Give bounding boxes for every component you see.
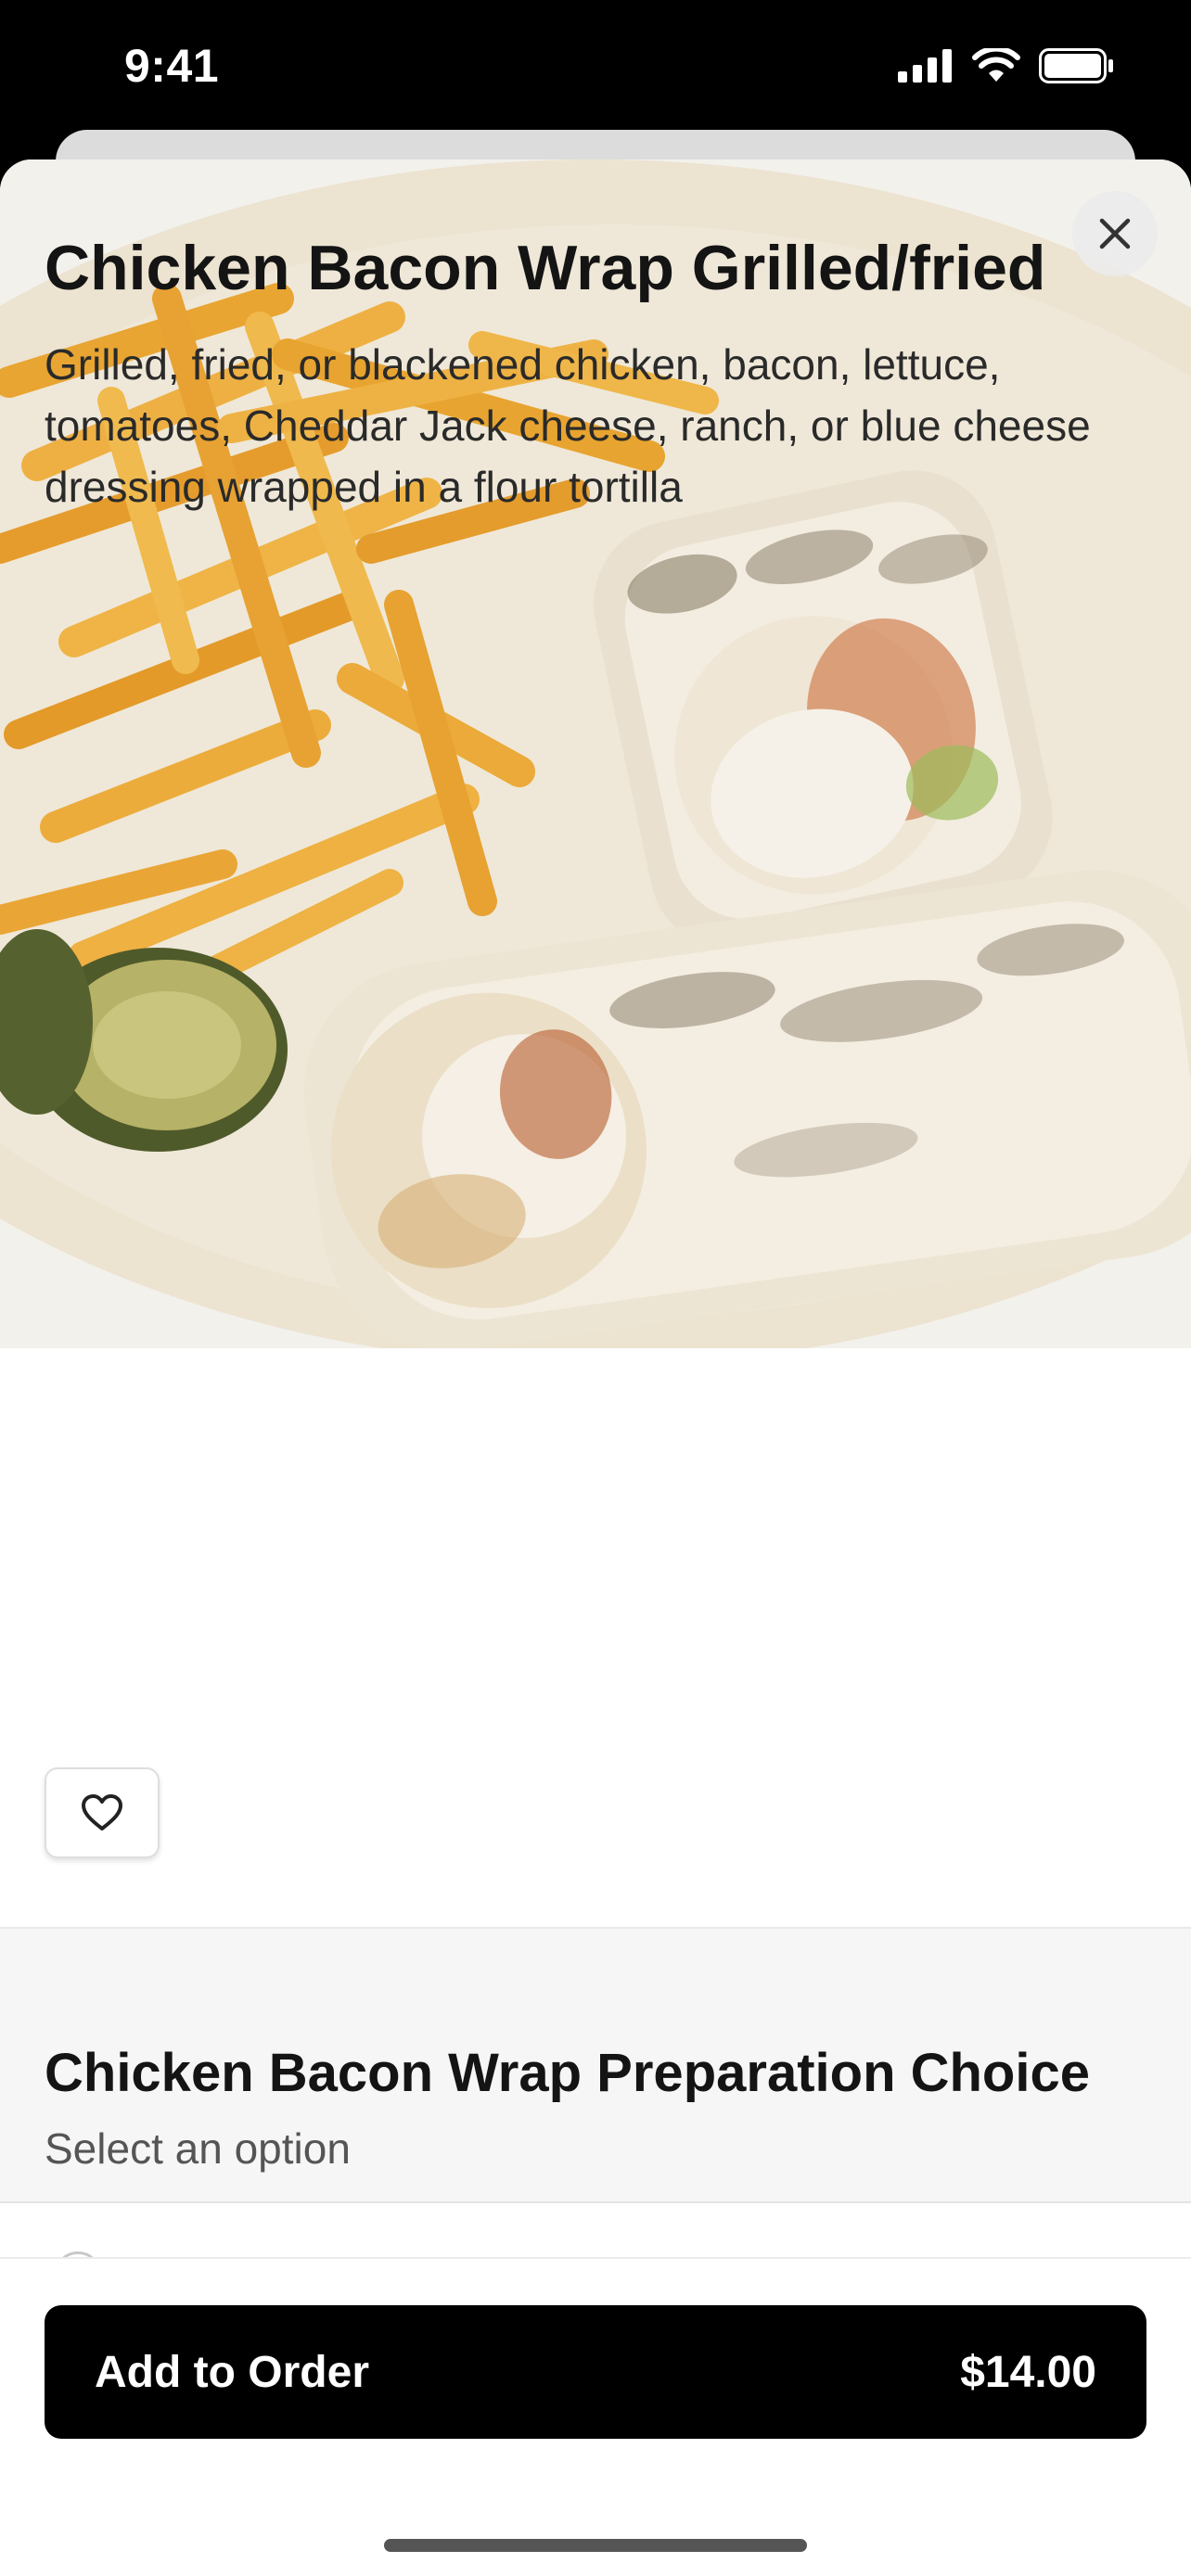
- add-to-order-label: Add to Order: [95, 2347, 369, 2397]
- wifi-icon: [972, 48, 1020, 82]
- add-to-order-button[interactable]: Add to Order $14.00: [45, 2305, 1146, 2439]
- item-detail-sheet: [0, 159, 1191, 2576]
- status-bar: 9:41: [0, 0, 1191, 139]
- options-section-subtitle: Select an option: [45, 2124, 351, 2173]
- status-icons: [898, 48, 1115, 83]
- signal-icon: [898, 49, 952, 83]
- item-title: Chicken Bacon Wrap Grilled/fried: [45, 233, 1046, 303]
- status-time: 9:41: [124, 40, 220, 92]
- battery-icon: [1039, 48, 1113, 83]
- bottom-action-bar: Add to Order $14.00: [0, 2257, 1191, 2576]
- options-section-header: Chicken Bacon Wrap Preparation Choice Se…: [0, 1927, 1191, 2203]
- favorite-button[interactable]: [45, 1767, 160, 1858]
- close-button[interactable]: [1072, 191, 1158, 276]
- home-indicator: [384, 2539, 807, 2552]
- order-price: $14.00: [960, 2347, 1096, 2397]
- item-description: Grilled, fried, or blackened chicken, ba…: [45, 340, 1091, 511]
- options-section-title: Chicken Bacon Wrap Preparation Choice: [45, 2043, 1090, 2103]
- heart-icon: [82, 1794, 122, 1830]
- close-icon: [1099, 218, 1131, 249]
